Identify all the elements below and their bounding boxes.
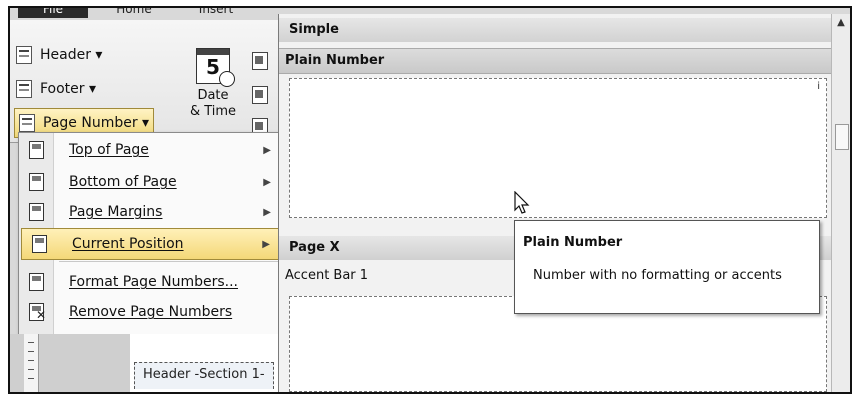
tooltip: Plain Number Number with no formatting o…	[514, 220, 820, 314]
header-section-tab: Header -Section 1-	[134, 362, 274, 389]
header-button[interactable]: Header ▾	[16, 42, 102, 68]
page-number-gallery: Simple Plain Number i Page X Accent Bar …	[278, 14, 833, 392]
date-time-label-1: Date	[197, 88, 229, 103]
menu-item-bottom-of-page[interactable]: Bottom of Page ▶	[19, 167, 283, 197]
quick-parts-icon[interactable]	[252, 52, 268, 70]
submenu-arrow-icon: ▶	[262, 238, 270, 250]
footer-button[interactable]: Footer ▾	[16, 76, 96, 102]
date-time-label-2: & Time	[189, 104, 237, 119]
tab-file[interactable]: File	[18, 8, 88, 18]
menu-item-page-margins[interactable]: Page Margins ▶	[19, 197, 283, 227]
tooltip-body: Number with no formatting or accents	[533, 268, 782, 283]
page-bottom-icon	[29, 173, 44, 191]
menu-item-label: Top of Page	[69, 142, 149, 158]
menu-item-label: Current Position	[72, 236, 184, 252]
word-window: File Home Insert Header ▾ Footer ▾ Page …	[8, 6, 852, 394]
tooltip-title: Plain Number	[523, 235, 623, 250]
menu-item-remove-page-numbers[interactable]: Remove Page Numbers	[19, 297, 283, 327]
menu-item-label: Format Page Numbers...	[69, 274, 239, 290]
menu-separator	[59, 261, 279, 262]
gallery-section-simple: Simple	[279, 18, 833, 42]
scrollbar-thumb[interactable]	[835, 124, 849, 150]
calendar-day: 5	[206, 55, 220, 79]
footer-button-label: Footer ▾	[40, 81, 97, 97]
page-number-button-label: Page Number ▾	[43, 115, 150, 131]
gallery-scrollbar[interactable]: ▲	[831, 14, 850, 392]
footer-icon	[16, 80, 32, 98]
calendar-icon: 5	[196, 48, 235, 87]
page-margins-icon	[29, 203, 44, 221]
gallery-item-plain-number[interactable]: i	[289, 78, 827, 218]
tab-insert[interactable]: Insert	[180, 8, 252, 18]
menu-item-label: Bottom of Page	[69, 174, 177, 190]
submenu-arrow-icon: ▶	[263, 176, 271, 188]
mouse-cursor-icon	[514, 191, 530, 214]
vertical-ruler[interactable]	[24, 334, 39, 392]
page-number-menu: Top of Page ▶ Bottom of Page ▶ Page Marg…	[18, 132, 284, 336]
page-top-icon	[29, 141, 44, 159]
header-icon	[16, 46, 32, 64]
menu-item-top-of-page[interactable]: Top of Page ▶	[19, 135, 283, 165]
menu-item-current-position[interactable]: Current Position ▶	[21, 228, 283, 260]
ribbon-panel: Header ▾ Footer ▾ Page Number ▾ 5 Date &…	[10, 20, 278, 143]
picture-icon[interactable]	[252, 86, 268, 104]
tab-home[interactable]: Home	[98, 8, 170, 18]
submenu-arrow-icon: ▶	[263, 206, 271, 218]
menu-item-format-page-numbers[interactable]: Format Page Numbers...	[19, 267, 283, 297]
remove-page-numbers-icon	[29, 303, 46, 322]
gallery-item-label-accent-bar: Accent Bar 1	[285, 268, 369, 283]
scroll-up-icon[interactable]: ▲	[832, 14, 850, 32]
gallery-item-label-plain-number: Plain Number	[279, 48, 833, 74]
menu-item-label: Page Margins	[69, 204, 163, 220]
format-page-numbers-icon	[29, 273, 44, 291]
thumb-marker: i	[817, 81, 820, 92]
submenu-arrow-icon: ▶	[263, 144, 271, 156]
current-position-icon	[32, 235, 47, 253]
page-number-icon	[19, 114, 35, 132]
header-button-label: Header ▾	[40, 47, 103, 63]
clock-icon	[219, 71, 235, 87]
menu-item-label: Remove Page Numbers	[69, 304, 233, 320]
date-time-button[interactable]: 5 Date & Time	[188, 44, 238, 138]
